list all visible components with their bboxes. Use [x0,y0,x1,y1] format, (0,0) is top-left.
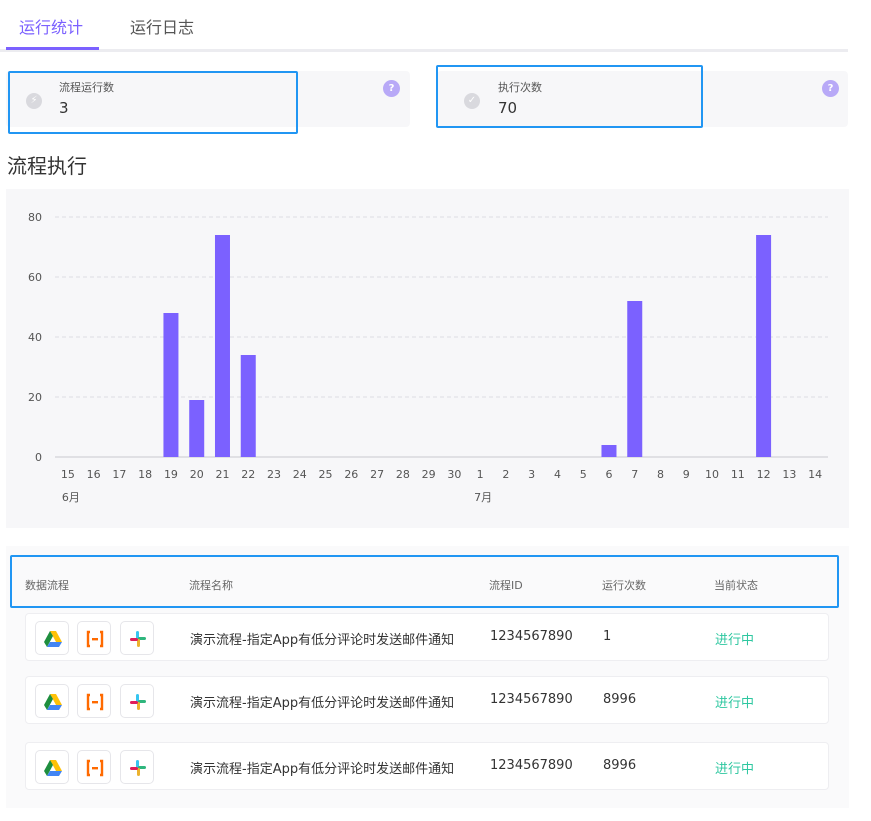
y-tick-label: 60 [28,271,42,284]
bar [214,235,230,457]
x-tick-label: 14 [808,468,822,481]
bar [189,400,205,457]
x-tick-label: 29 [422,468,436,481]
google-drive-icon [35,684,69,718]
flow-id-cell: 1234567890 [490,692,573,707]
bracket-app-icon [77,684,111,718]
table-row[interactable]: 演示流程-指定App有低分评论时发送邮件通知 1234567890 1 进行中 [25,613,829,661]
x-tick-label: 7 [631,468,638,481]
x-tick-label: 8 [657,468,664,481]
google-drive-icon [35,750,69,784]
google-drive-icon [35,621,69,655]
run-count-cell: 8996 [603,758,637,773]
help-icon[interactable]: ? [383,80,400,97]
month-label: 7月 [474,491,492,504]
y-tick-label: 40 [28,331,42,344]
tab-run-stats[interactable]: 运行统计 [19,14,83,38]
flow-id-cell: 1234567890 [490,629,573,644]
y-tick-label: 0 [35,451,42,464]
x-tick-label: 4 [554,468,561,481]
status-cell: 进行中 [715,696,755,711]
x-tick-label: 3 [528,468,535,481]
status-cell: 进行中 [715,633,755,648]
x-tick-label: 13 [782,468,796,481]
x-tick-label: 20 [190,468,204,481]
table-row[interactable]: 演示流程-指定App有低分评论时发送邮件通知 1234567890 8996 进行中 [25,742,829,790]
flow-name-cell: 演示流程-指定App有低分评论时发送邮件通知 [190,696,455,711]
x-tick-label: 6 [605,468,612,481]
bar [756,235,772,457]
run-count-cell: 8996 [603,692,637,707]
help-icon[interactable]: ? [822,80,839,97]
flow-id-cell: 1234567890 [490,758,573,773]
x-tick-label: 11 [731,468,745,481]
bar [627,301,643,457]
highlight-box [10,555,839,608]
x-tick-label: 23 [267,468,281,481]
x-tick-label: 18 [138,468,152,481]
x-tick-label: 27 [370,468,384,481]
bar [240,355,256,457]
highlight-box [436,65,703,128]
flow-execution-chart: 0 20 40 60 80 15 16 17 18 19 20 21 22 23 24 25 26 27 28 29 3… [6,189,849,528]
x-tick-label: 26 [344,468,358,481]
slack-icon [120,621,154,655]
tab-run-logs[interactable]: 运行日志 [130,14,194,38]
bar [601,445,617,457]
slack-icon [120,750,154,784]
x-tick-label: 21 [215,468,229,481]
x-tick-label: 19 [164,468,178,481]
active-tab-indicator [6,47,99,50]
y-tick-label: 80 [28,211,42,224]
run-count-cell: 1 [603,629,612,644]
bracket-app-icon [77,621,111,655]
section-title: 流程执行 [7,154,87,178]
flow-name-cell: 演示流程-指定App有低分评论时发送邮件通知 [190,762,455,777]
table-row[interactable]: 演示流程-指定App有低分评论时发送邮件通知 1234567890 8996 进行中 [25,676,829,724]
x-tick-label: 17 [112,468,126,481]
x-tick-label: 9 [683,468,690,481]
tab-bar: 运行统计 运行日志 [0,0,848,52]
x-tick-label: 25 [319,468,333,481]
highlight-box [8,71,298,134]
bracket-app-icon [77,750,111,784]
slack-icon [120,684,154,718]
x-tick-label: 12 [757,468,771,481]
x-tick-label: 15 [61,468,75,481]
y-tick-label: 20 [28,391,42,404]
x-tick-label: 5 [580,468,587,481]
x-tick-label: 24 [293,468,307,481]
bar-chart: 02040608015 16 17 18 19 20 21 22 23 24 25 26 27 28 29 3… [28,211,828,504]
x-tick-label: 10 [705,468,719,481]
x-tick-label: 22 [241,468,255,481]
month-label: 6月 [62,491,80,504]
x-tick-label: 1 [477,468,484,481]
status-cell: 进行中 [715,762,755,777]
x-tick-label: 30 [447,468,461,481]
bar [163,313,179,457]
x-tick-label: 2 [502,468,509,481]
x-tick-label: 28 [396,468,410,481]
x-tick-label: 16 [87,468,101,481]
flow-name-cell: 演示流程-指定App有低分评论时发送邮件通知 [190,633,455,648]
